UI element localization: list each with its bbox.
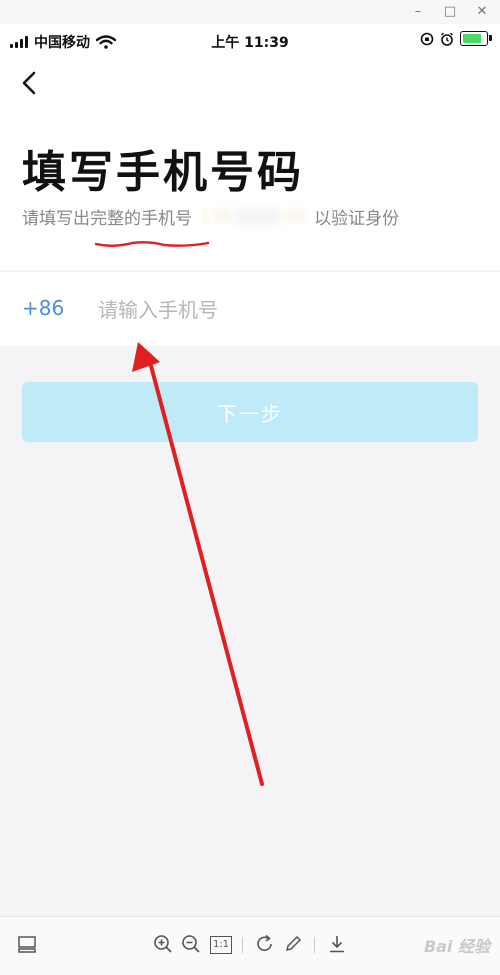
nav-bar <box>0 58 500 108</box>
window-titlebar: – □ ✕ <box>0 0 500 24</box>
phone-input[interactable] <box>96 286 480 334</box>
actual-size-icon[interactable]: 1:1 <box>210 936 232 954</box>
toolbar-divider <box>314 937 315 953</box>
zoom-in-icon[interactable] <box>152 933 174 955</box>
page-subtitle: 请填写出完整的手机号 135 05 以验证身份 <box>22 204 400 230</box>
subtitle-prefix: 请填写出完整的手机号 <box>22 209 192 229</box>
annotation-underline <box>94 241 210 247</box>
minimize-icon[interactable]: – <box>408 2 428 22</box>
phone-screen: 中国移动 上午 11:39 填写手机号码 请填写出完整的手机号 135 05 以… <box>0 24 500 916</box>
alarm-icon <box>440 32 454 46</box>
country-code[interactable]: +86 <box>22 296 64 320</box>
status-bar: 中国移动 上午 11:39 <box>0 24 500 58</box>
next-button[interactable]: 下一步 <box>22 382 478 442</box>
masked-phone-end: 05 <box>284 206 307 227</box>
rotate-icon[interactable] <box>254 933 276 955</box>
back-arrow-icon[interactable] <box>18 70 44 96</box>
maximize-icon[interactable]: □ <box>440 2 460 22</box>
phone-input-row: +86 <box>0 272 500 346</box>
masked-phone-middle <box>236 208 281 225</box>
page-title: 填写手机号码 <box>22 147 304 198</box>
orientation-lock-icon <box>420 32 434 45</box>
masked-phone-start: 135 <box>200 206 233 227</box>
close-icon[interactable]: ✕ <box>472 2 492 22</box>
download-icon[interactable] <box>326 933 348 955</box>
subtitle-suffix: 以验证身份 <box>314 209 400 229</box>
toolbar-divider <box>242 937 243 953</box>
battery-icon <box>460 31 492 46</box>
thumbnail-panel-icon[interactable] <box>16 933 38 955</box>
header-section: 填写手机号码 请填写出完整的手机号 135 05 以验证身份 <box>0 108 500 270</box>
viewer-toolbar: 1:1 Bai 经验 <box>0 916 500 975</box>
edit-pen-icon[interactable] <box>282 933 304 955</box>
baidu-watermark: Bai 经验 <box>423 937 490 956</box>
zoom-out-icon[interactable] <box>180 933 202 955</box>
